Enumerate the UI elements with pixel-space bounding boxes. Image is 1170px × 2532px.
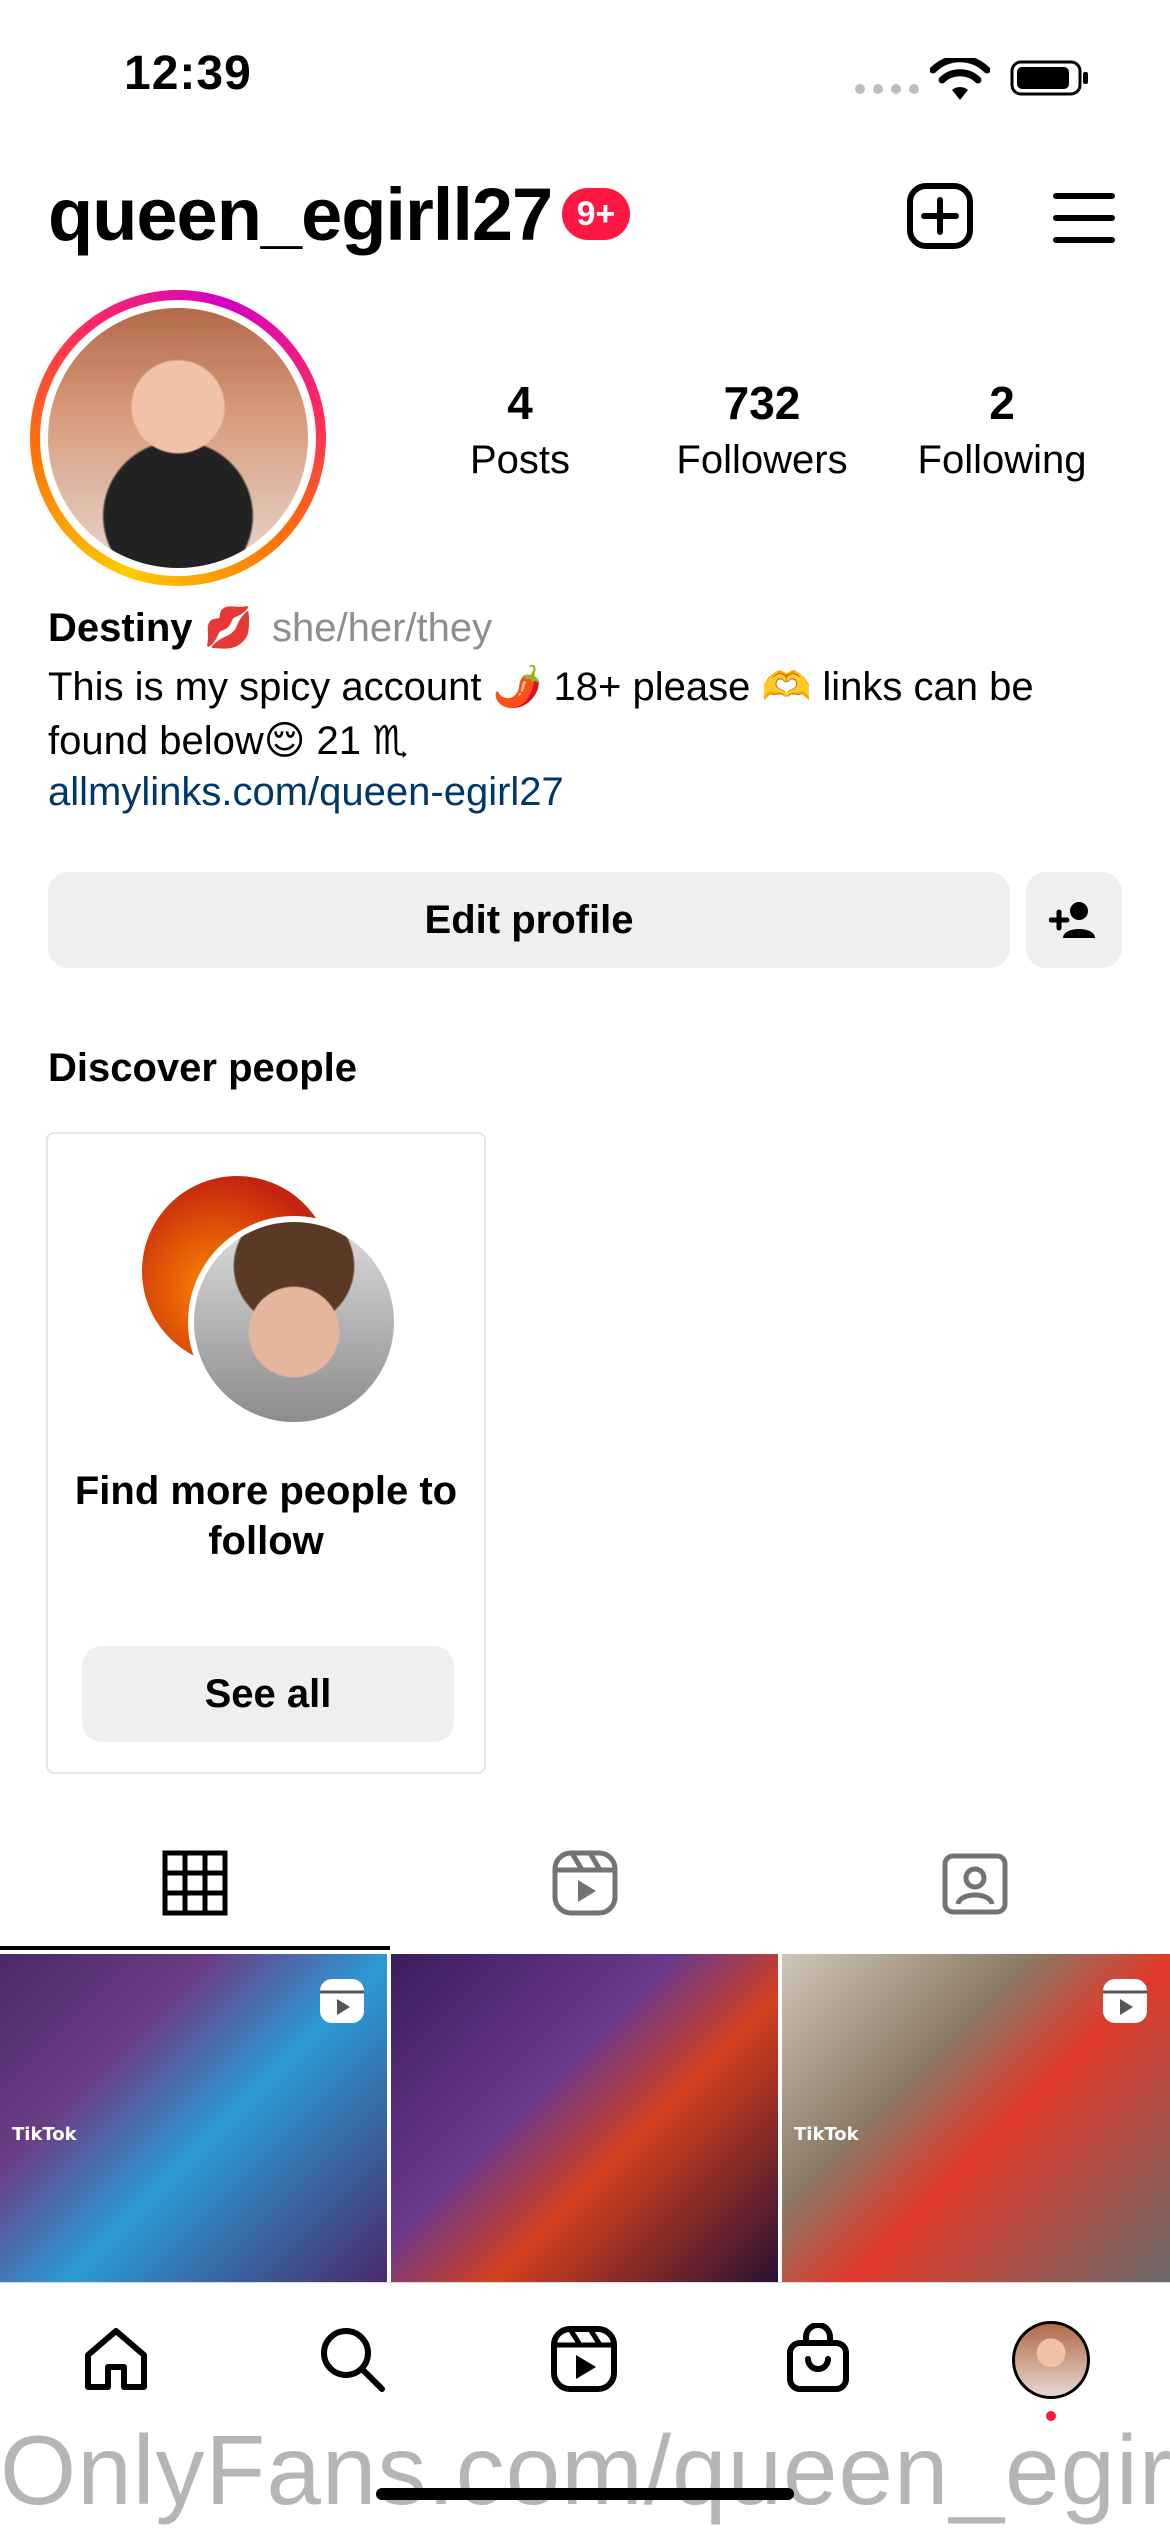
- post-tile[interactable]: [391, 1954, 778, 2282]
- posts-count: 4: [507, 377, 533, 429]
- status-time: 12:39: [124, 47, 252, 100]
- followers-count: 732: [723, 377, 801, 429]
- following-label: Following: [917, 438, 1087, 482]
- discover-card: Find more people to follow See all: [46, 1132, 486, 1774]
- following-count: 2: [989, 377, 1015, 429]
- tiktok-watermark: TikTok: [794, 2124, 859, 2145]
- edit-profile-button[interactable]: Edit profile: [48, 872, 1010, 968]
- tiktok-watermark: TikTok: [12, 2124, 77, 2145]
- watermark-text: OnlyFans.com/queen_egir: [0, 2415, 1170, 2525]
- reel-badge-icon: [1103, 1979, 1147, 2023]
- discover-people-button[interactable]: [1026, 872, 1122, 968]
- post-tile[interactable]: TikTok: [782, 1954, 1170, 2282]
- profile-nav-avatar[interactable]: [1012, 2321, 1090, 2399]
- add-person-icon: [1049, 902, 1095, 938]
- notification-badge[interactable]: 9+: [562, 188, 630, 240]
- bio-name: Destiny 💋: [48, 606, 254, 650]
- reels-nav-icon[interactable]: [548, 2323, 620, 2395]
- grid-icon[interactable]: [160, 1848, 230, 1918]
- posts-label: Posts: [469, 438, 571, 482]
- wifi-icon: [930, 58, 990, 100]
- stat-posts[interactable]: 4 Posts: [420, 380, 620, 483]
- avatar-photo: [48, 308, 308, 568]
- bio-text: This is my spicy account 🌶️ 18+ please 🫶…: [48, 665, 1034, 763]
- search-icon[interactable]: [316, 2323, 388, 2395]
- signal-icon: [855, 84, 919, 94]
- shop-icon[interactable]: [782, 2323, 854, 2395]
- active-tab-indicator: [0, 1946, 390, 1950]
- bio-pronouns: she/her/they: [272, 606, 493, 650]
- reels-icon[interactable]: [550, 1848, 620, 1918]
- followers-label: Followers: [676, 438, 848, 482]
- tagged-icon[interactable]: [940, 1848, 1010, 1918]
- stat-following[interactable]: 2 Following: [902, 380, 1102, 483]
- suggestion-avatar-front: [188, 1216, 400, 1428]
- home-icon[interactable]: [80, 2323, 152, 2395]
- discover-title: Discover people: [48, 1046, 358, 1090]
- home-indicator[interactable]: [376, 2488, 794, 2500]
- menu-icon[interactable]: [1052, 190, 1116, 246]
- discover-card-text: Find more people to follow: [74, 1469, 458, 1563]
- profile-username: queen_egirll27: [48, 173, 553, 256]
- add-post-icon[interactable]: [906, 182, 974, 250]
- see-all-button[interactable]: See all: [82, 1646, 454, 1742]
- post-tile[interactable]: TikTok: [0, 1954, 387, 2282]
- bio-link[interactable]: allmylinks.com/queen-egirl27: [48, 770, 564, 815]
- profile-avatar[interactable]: [30, 290, 326, 586]
- stat-followers[interactable]: 732 Followers: [662, 380, 862, 483]
- battery-icon: [1010, 60, 1088, 96]
- bottom-nav: [0, 2282, 1170, 2433]
- reel-badge-icon: [320, 1979, 364, 2023]
